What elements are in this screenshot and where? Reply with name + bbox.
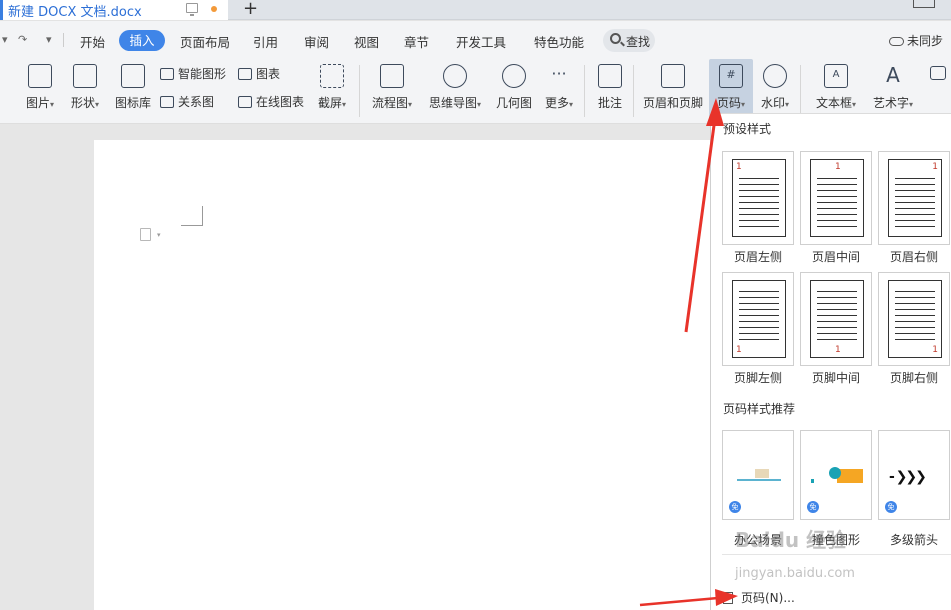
arrow-to-page-number-button [684, 98, 724, 333]
arrow-to-page-number-item [639, 589, 738, 607]
annotation-arrows [639, 98, 738, 607]
